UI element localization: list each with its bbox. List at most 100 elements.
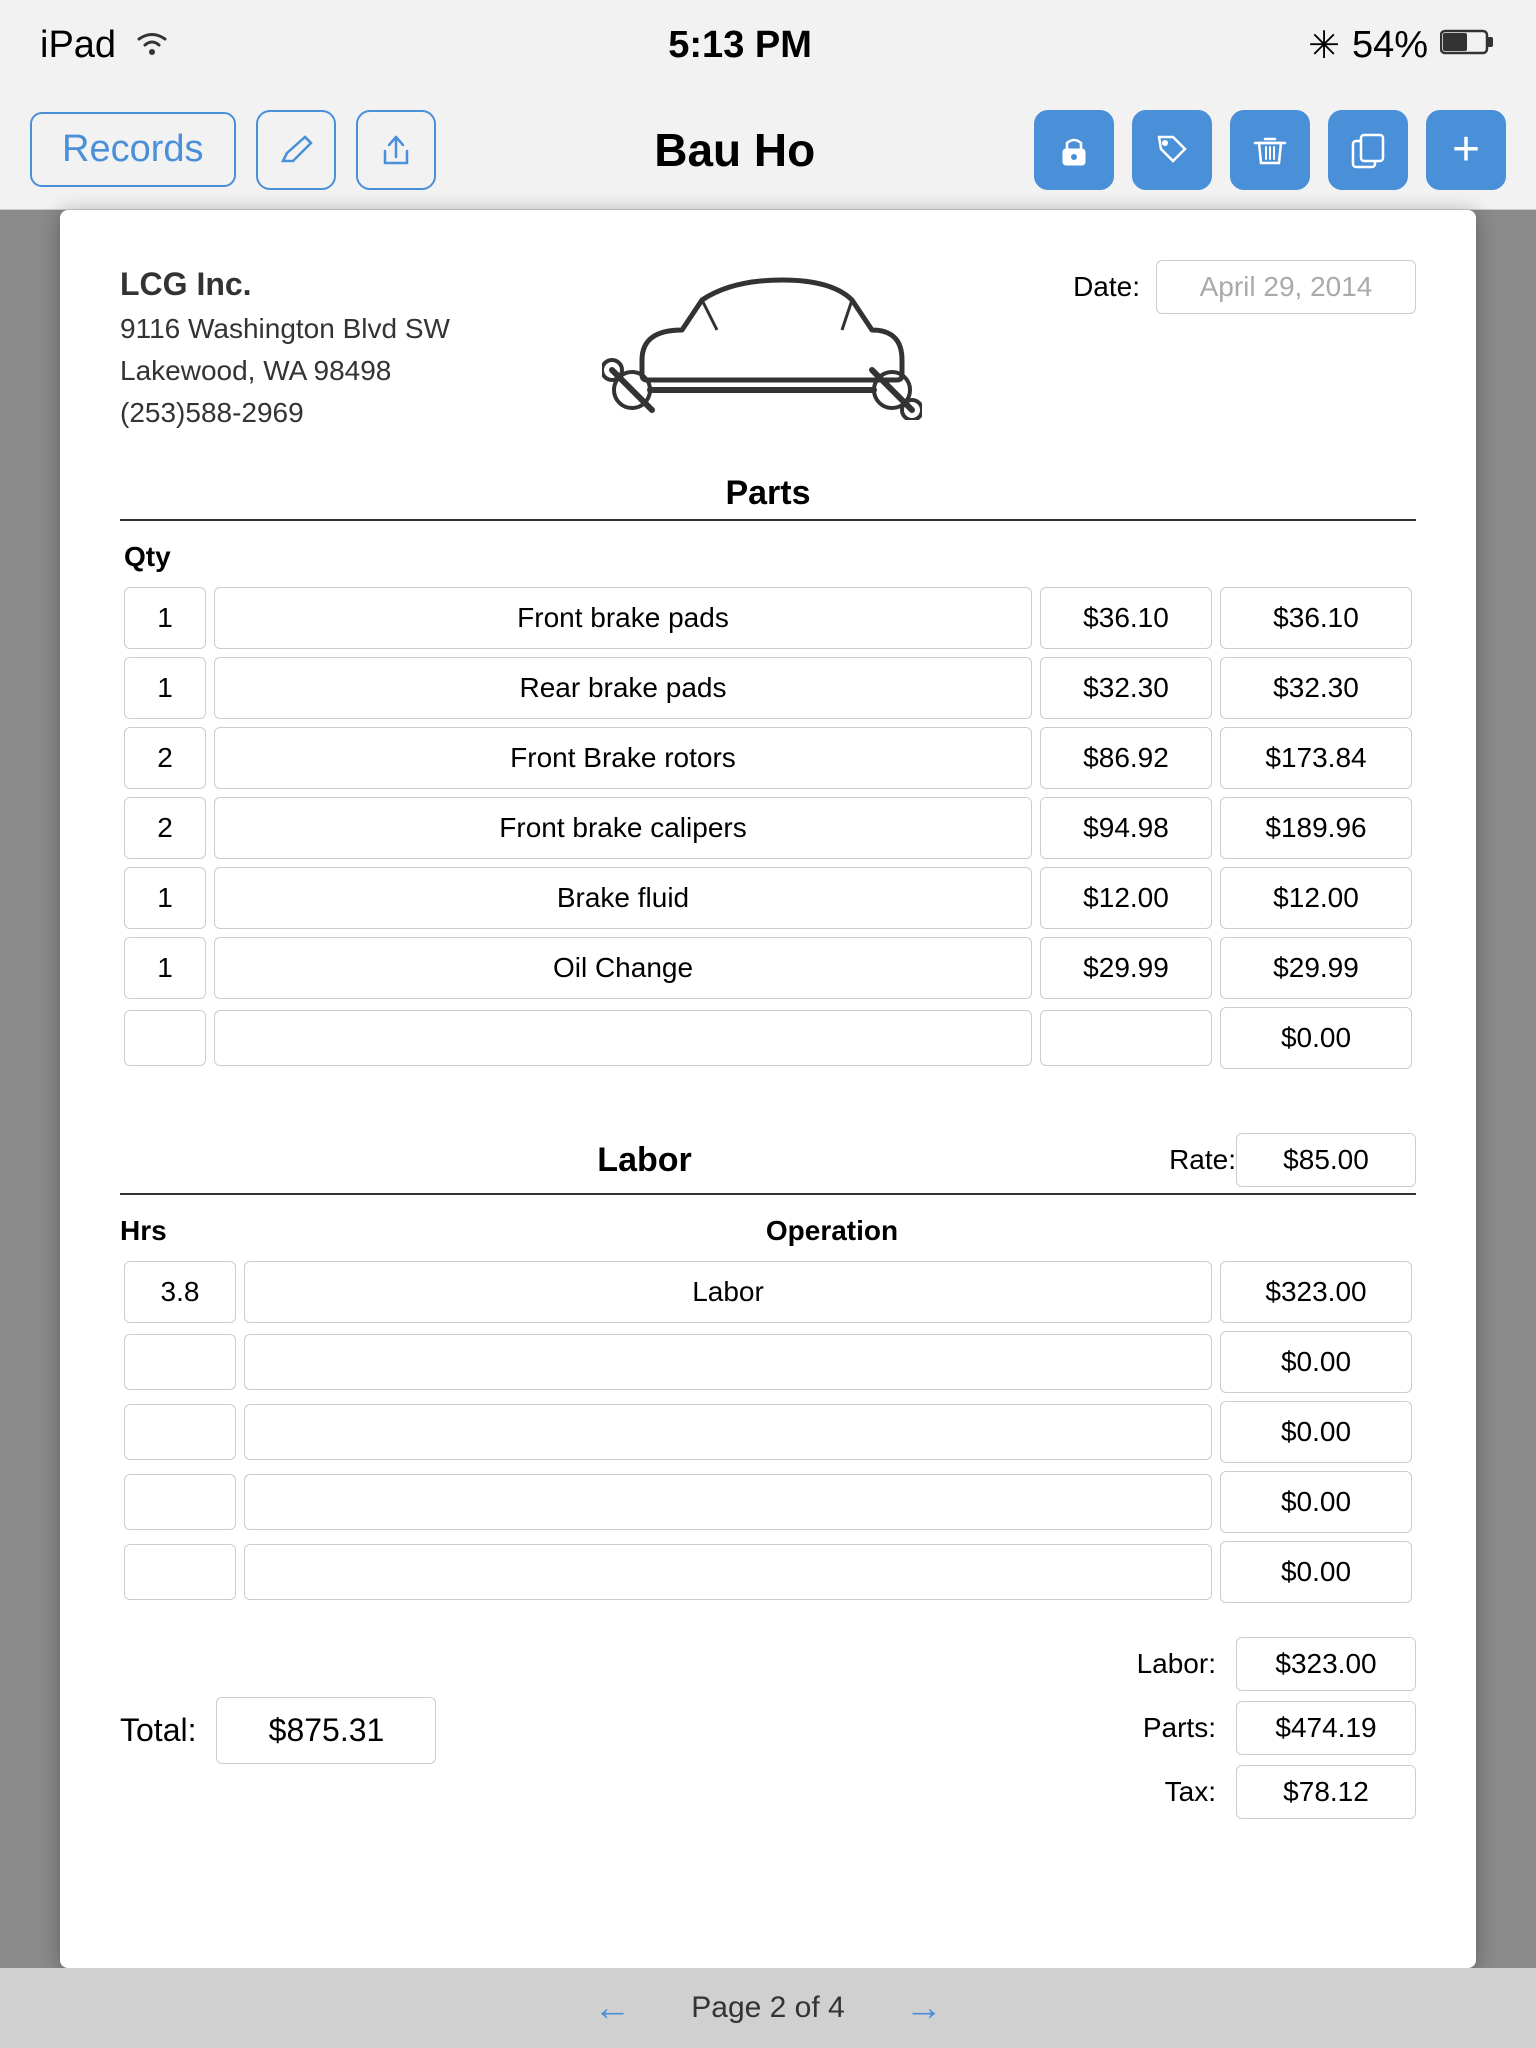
parts-qty-2[interactable]: 2 [124,727,206,789]
parts-row: 1 Rear brake pads $32.30 $32.30 [120,653,1416,723]
labor-cost-4[interactable]: $0.00 [1220,1541,1412,1603]
parts-total-1[interactable]: $32.30 [1220,657,1412,719]
hrs-header: Hrs [120,1215,240,1247]
parts-price-4[interactable]: $12.00 [1040,867,1212,929]
labor-section: Labor Rate: $85.00 Hrs Operation 3.8 Lab… [120,1133,1416,1607]
parts-section: Parts Qty 1 Front brake pads $36.10 $36.… [120,474,1416,1073]
parts-total-2[interactable]: $173.84 [1220,727,1412,789]
date-value[interactable]: April 29, 2014 [1156,260,1416,314]
battery-icon [1440,24,1496,67]
parts-price-6[interactable] [1040,1010,1212,1066]
parts-desc-3[interactable]: Front brake calipers [214,797,1032,859]
labor-divider [120,1193,1416,1195]
labor-title: Labor [120,1141,1169,1180]
tax-summary-value[interactable]: $78.12 [1236,1765,1416,1819]
summary-section: Total: $875.31 Labor: $323.00 Parts: $47… [120,1637,1416,1819]
rate-value[interactable]: $85.00 [1236,1133,1416,1187]
parts-row: $0.00 [120,1003,1416,1073]
parts-price-0[interactable]: $36.10 [1040,587,1212,649]
labor-hrs-2[interactable] [124,1404,236,1460]
labor-hrs-4[interactable] [124,1544,236,1600]
qty-header: Qty [120,541,1416,573]
parts-title: Parts [120,474,1416,513]
add-button[interactable]: + [1426,110,1506,190]
status-right: ✳ 54% [1308,23,1496,68]
company-phone: (253)588-2969 [120,392,450,434]
parts-qty-3[interactable]: 2 [124,797,206,859]
labor-hrs-3[interactable] [124,1474,236,1530]
labor-cost-2[interactable]: $0.00 [1220,1401,1412,1463]
trash-button[interactable] [1230,110,1310,190]
parts-row: 1 Oil Change $29.99 $29.99 [120,933,1416,1003]
labor-op-4[interactable] [244,1544,1212,1600]
labor-hrs-1[interactable] [124,1334,236,1390]
parts-qty-5[interactable]: 1 [124,937,206,999]
labor-summary-value[interactable]: $323.00 [1236,1637,1416,1691]
parts-table: 1 Front brake pads $36.10 $36.10 1 Rear … [120,583,1416,1073]
labor-op-1[interactable] [244,1334,1212,1390]
parts-qty-1[interactable]: 1 [124,657,206,719]
records-button[interactable]: Records [30,112,236,187]
labor-hrs-0[interactable]: 3.8 [124,1261,236,1323]
parts-desc-0[interactable]: Front brake pads [214,587,1032,649]
parts-summary-label: Parts: [1096,1712,1216,1744]
parts-qty-6[interactable] [124,1010,206,1066]
parts-desc-5[interactable]: Oil Change [214,937,1032,999]
edit-button[interactable] [256,110,336,190]
labor-header-row: Labor Rate: $85.00 [120,1133,1416,1187]
parts-desc-4[interactable]: Brake fluid [214,867,1032,929]
labor-row: $0.00 [120,1397,1416,1467]
labor-cost-1[interactable]: $0.00 [1220,1331,1412,1393]
total-value[interactable]: $875.31 [216,1697,436,1764]
parts-total-4[interactable]: $12.00 [1220,867,1412,929]
device-label: iPad [40,24,116,67]
labor-op-3[interactable] [244,1474,1212,1530]
next-page-button[interactable]: → [905,1987,943,2030]
labor-row: 3.8 Labor $323.00 [120,1257,1416,1327]
parts-total-5[interactable]: $29.99 [1220,937,1412,999]
parts-price-5[interactable]: $29.99 [1040,937,1212,999]
labor-cost-3[interactable]: $0.00 [1220,1471,1412,1533]
parts-total-0[interactable]: $36.10 [1220,587,1412,649]
parts-price-1[interactable]: $32.30 [1040,657,1212,719]
share-button[interactable] [356,110,436,190]
parts-total-3[interactable]: $189.96 [1220,797,1412,859]
tag-button[interactable] [1132,110,1212,190]
summary-right: Labor: $323.00 Parts: $474.19 Tax: $78.1… [1096,1637,1416,1819]
parts-desc-6[interactable] [214,1010,1032,1066]
parts-row: 1 Front brake pads $36.10 $36.10 [120,583,1416,653]
car-logo [450,260,1073,420]
parts-desc-1[interactable]: Rear brake pads [214,657,1032,719]
tax-summary-row: Tax: $78.12 [1096,1765,1416,1819]
copy-button[interactable] [1328,110,1408,190]
labor-col-headers: Hrs Operation [120,1215,1416,1247]
parts-summary-value[interactable]: $474.19 [1236,1701,1416,1755]
labor-cost-0[interactable]: $323.00 [1220,1261,1412,1323]
document-page: LCG Inc. 9116 Washington Blvd SW Lakewoo… [60,210,1476,1968]
labor-op-2[interactable] [244,1404,1212,1460]
parts-row: 2 Front brake calipers $94.98 $189.96 [120,793,1416,863]
parts-row: 1 Brake fluid $12.00 $12.00 [120,863,1416,933]
page-indicator: Page 2 of 4 [691,1991,844,2025]
parts-price-2[interactable]: $86.92 [1040,727,1212,789]
labor-op-0[interactable]: Labor [244,1261,1212,1323]
prev-page-button[interactable]: ← [593,1987,631,2030]
labor-row: $0.00 [120,1327,1416,1397]
bottom-bar: ← Page 2 of 4 → [0,1968,1536,2048]
bluetooth-icon: ✳ [1308,23,1340,68]
labor-row: $0.00 [120,1467,1416,1537]
parts-price-3[interactable]: $94.98 [1040,797,1212,859]
date-label: Date: [1073,271,1140,303]
parts-qty-0[interactable]: 1 [124,587,206,649]
parts-row: 2 Front Brake rotors $86.92 $173.84 [120,723,1416,793]
parts-qty-4[interactable]: 1 [124,867,206,929]
parts-total-6[interactable]: $0.00 [1220,1007,1412,1069]
status-bar: iPad 5:13 PM ✳ 54% [0,0,1536,90]
company-info: LCG Inc. 9116 Washington Blvd SW Lakewoo… [120,260,450,434]
date-section: Date: April 29, 2014 [1073,260,1416,314]
lock-button[interactable] [1034,110,1114,190]
rate-label: Rate: [1169,1144,1236,1176]
status-left: iPad [40,24,172,67]
parts-desc-2[interactable]: Front Brake rotors [214,727,1032,789]
toolbar-left: Records [30,110,436,190]
